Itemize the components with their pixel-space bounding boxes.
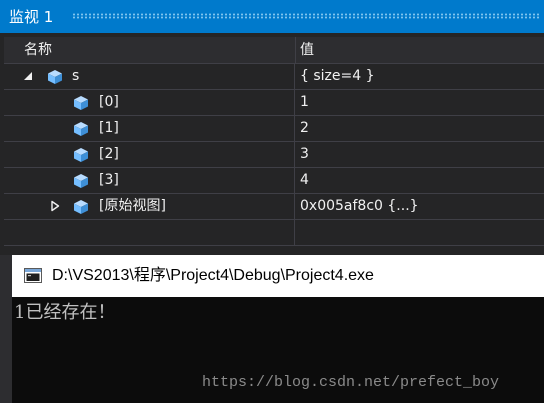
watch-row-value: 3 (300, 146, 309, 162)
watch-grid-header: 名称 值 (4, 37, 544, 64)
watch-row-value: 4 (300, 172, 309, 188)
watch-row-value-cell[interactable]: 3 (296, 142, 544, 167)
watch-row-name: [原始视图] (99, 198, 166, 214)
watch-row-value: { size=4 } (300, 68, 375, 84)
watch-row-s[interactable]: s { size=4 } (4, 64, 544, 90)
column-header-name[interactable]: 名称 (24, 41, 52, 59)
column-header-value[interactable]: 值 (300, 41, 314, 59)
watch-window-titlebar[interactable]: 监视 1 (0, 0, 544, 33)
watch-row-name: [1] (99, 120, 119, 136)
watch-row-name-cell: [2] (4, 142, 295, 167)
watch-row-value: 1 (300, 94, 309, 110)
expanded-triangle-icon[interactable] (22, 70, 34, 82)
console-output-text: 1已经存在！ (14, 302, 116, 323)
watch-row-value-cell[interactable]: { size=4 } (296, 64, 544, 89)
object-cube-icon (74, 200, 88, 214)
watch-window: 监视 1 名称 值 s { size=4 } [0] 1 [1] 2 [2] 3… (0, 0, 544, 255)
watch-row-name-cell: [1] (4, 116, 295, 141)
watch-window-title: 监视 1 (9, 8, 54, 26)
watch-row-name: [0] (99, 94, 119, 110)
watch-row-value: 2 (300, 120, 309, 136)
object-cube-icon (74, 122, 88, 136)
console-title: D:\VS2013\程序\Project4\Debug\Project4.exe (52, 267, 374, 284)
watch-row-name-cell[interactable] (4, 220, 295, 245)
console-titlebar[interactable]: D:\VS2013\程序\Project4\Debug\Project4.exe (12, 255, 544, 297)
watch-row-name-cell: [原始视图] (4, 194, 295, 219)
watch-row-name: [2] (99, 146, 119, 162)
watch-row-value-cell[interactable]: 0x005af8c0 {...} (296, 194, 544, 219)
object-cube-icon (74, 148, 88, 162)
watch-row-raw-view[interactable]: [原始视图] 0x005af8c0 {...} (4, 194, 544, 220)
object-cube-icon (74, 174, 88, 188)
console-app-icon (24, 268, 42, 283)
watch-row-name-cell: [0] (4, 90, 295, 115)
collapsed-triangle-icon[interactable] (49, 200, 61, 212)
watch-row-empty[interactable] (4, 220, 544, 246)
titlebar-grip-pattern (72, 13, 540, 19)
object-cube-icon (48, 70, 62, 84)
watch-row-value-cell[interactable]: 4 (296, 168, 544, 193)
watch-row-name: s (72, 68, 80, 84)
watch-row-index-1[interactable]: [1] 2 (4, 116, 544, 142)
column-divider[interactable] (295, 37, 296, 64)
watch-row-index-2[interactable]: [2] 3 (4, 142, 544, 168)
watch-row-name-cell: s (4, 64, 295, 89)
watch-row-name: [3] (99, 172, 119, 188)
watch-row-index-0[interactable]: [0] 1 (4, 90, 544, 116)
watch-grid: 名称 值 s { size=4 } [0] 1 [1] 2 [2] 3 [3] … (4, 37, 544, 246)
watch-row-name-cell: [3] (4, 168, 295, 193)
watch-row-value-cell (296, 220, 544, 245)
watch-row-value: 0x005af8c0 {...} (300, 198, 419, 214)
watch-row-value-cell[interactable]: 1 (296, 90, 544, 115)
watch-row-value-cell[interactable]: 2 (296, 116, 544, 141)
console-window: D:\VS2013\程序\Project4\Debug\Project4.exe… (12, 255, 544, 403)
object-cube-icon (74, 96, 88, 110)
watermark-text: https://blog.csdn.net/prefect_boy (202, 374, 500, 391)
watch-row-index-3[interactable]: [3] 4 (4, 168, 544, 194)
